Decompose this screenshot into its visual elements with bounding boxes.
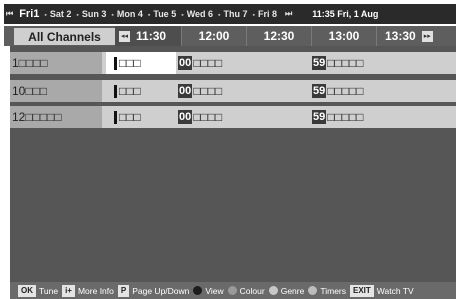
channel-name[interactable]: 1□□□□ (10, 52, 102, 74)
programme-cell-selected[interactable]: □□□ (106, 52, 176, 74)
start-minute-badge: 59 (312, 84, 327, 98)
time-slot-label: 13:00 (328, 29, 360, 43)
time-slot: 12:30 (247, 26, 311, 46)
start-minute-badge: 00 (178, 84, 193, 98)
start-minute-badge: 00 (178, 56, 193, 70)
day-item[interactable]: ▪ Thu 7 (218, 9, 247, 19)
programme-title: □□□□ (193, 84, 223, 98)
programme-title: □□□□□ (327, 56, 364, 70)
programme-title: □□□ (119, 110, 141, 124)
epg-screen: ⏮ Fri1 ▪ Sat 2 ▪ Sun 3 ▪ Mon 4 ▪ Tue 5 ▪ Wed … (0, 0, 460, 299)
day-label: Sun 3 (81, 9, 107, 19)
time-slot-label: 12:00 (198, 29, 230, 43)
day-item[interactable]: ▪ Wed 6 (181, 9, 213, 19)
ok-key[interactable]: OK (18, 284, 36, 297)
date-bar: ⏮ Fri1 ▪ Sat 2 ▪ Sun 3 ▪ Mon 4 ▪ Tue 5 ▪ Wed … (4, 4, 456, 24)
view-dot-icon[interactable] (193, 286, 203, 295)
programme-title: □□□□ (193, 110, 223, 124)
programme-cell[interactable]: 59 □□□□□ (312, 52, 456, 74)
programme-grid: 1□□□□ □□□ 00 □□□□ 59 □□□□□ 10□□□ □□□ 00 (10, 46, 456, 282)
time-slot-label: 13:30 (385, 29, 416, 43)
programme-title: □□□□ (193, 56, 223, 70)
day-label: Sat 2 (49, 9, 72, 19)
colour-label: Colour (239, 285, 265, 296)
programme-cell[interactable]: 00 □□□□ (178, 52, 312, 74)
time-slot: 12:00 (182, 26, 246, 46)
day-item[interactable]: ▪ Tue 5 (148, 9, 176, 19)
day-item[interactable]: ▪ Fri 8 (253, 9, 278, 19)
day-label: Wed 6 (186, 9, 214, 19)
day-item[interactable]: ▪ Mon 4 (111, 9, 142, 19)
cursor-marker (114, 110, 117, 124)
exit-key[interactable]: EXIT (350, 284, 374, 297)
forward-day-icon[interactable]: ⏭ (283, 9, 294, 19)
start-minute-badge: 59 (312, 56, 327, 70)
cursor-marker (114, 56, 117, 70)
view-label: View (205, 285, 224, 296)
genre-dot-icon[interactable] (268, 286, 278, 295)
programme-title: □□□□□ (327, 110, 364, 124)
channel-name[interactable]: 12□□□□□ (10, 106, 102, 128)
time-slot-label: 12:30 (263, 29, 295, 43)
genre-label: Genre (280, 285, 305, 296)
start-minute-badge: 00 (178, 110, 193, 124)
programme-cell[interactable]: 00 □□□□ (178, 80, 312, 102)
timers-label: Timers (320, 285, 346, 296)
day-label: Mon 4 (116, 9, 143, 19)
forward-time-icon[interactable]: ▸▸ (421, 30, 433, 42)
channel-filter[interactable]: All Channels (14, 28, 115, 45)
timers-dot-icon[interactable] (308, 286, 318, 295)
clock: 11:35 Fri, 1 Aug (312, 9, 379, 19)
day-label: Thu 7 (223, 9, 248, 19)
programme-cell[interactable]: 59 □□□□□ (312, 80, 456, 102)
time-slot: 13:00 (312, 26, 376, 46)
time-slot: 13:30 ▸▸ (377, 26, 456, 46)
programme-cell[interactable]: □□□ (106, 80, 176, 102)
time-slot-label: 11:30 (136, 29, 167, 43)
programme-cell[interactable]: 00 □□□□ (178, 106, 312, 128)
channel-name[interactable]: 10□□□ (10, 80, 102, 102)
programme-title: □□□ (119, 56, 141, 70)
day-label: Tue 5 (153, 9, 177, 19)
cursor-marker (114, 84, 117, 98)
programme-title: □□□ (119, 84, 141, 98)
channel-row: 12□□□□□ □□□ 00 □□□□ 59 □□□□□ (10, 106, 456, 128)
ok-label: Tune (39, 285, 59, 296)
page-key[interactable]: P (117, 284, 130, 297)
rewind-time-icon[interactable]: ◂◂ (119, 30, 131, 42)
start-minute-badge: 59 (312, 110, 327, 124)
rewind-day-icon[interactable]: ⏮ (4, 9, 15, 19)
help-bar: OK Tune i+ More Info P Page Up/Down View… (10, 282, 456, 299)
programme-cell[interactable]: □□□ (106, 106, 176, 128)
exit-label: Watch TV (376, 285, 414, 296)
colour-dot-icon[interactable] (227, 286, 237, 295)
day-item[interactable]: ▪ Sat 2 (44, 9, 71, 19)
programme-title: □□□□□ (327, 84, 364, 98)
info-label: More Info (77, 285, 114, 296)
day-label: Fri 8 (258, 9, 278, 19)
channel-row: 1□□□□ □□□ 00 □□□□ 59 □□□□□ (10, 52, 456, 74)
info-key[interactable]: i+ (62, 284, 75, 297)
channel-row: 10□□□ □□□ 00 □□□□ 59 □□□□□ (10, 80, 456, 102)
time-slot: ◂◂ 11:30 (115, 26, 181, 46)
page-label: Page Up/Down (132, 285, 190, 296)
day-current[interactable]: Fri1 (19, 8, 39, 20)
programme-cell[interactable]: 59 □□□□□ (312, 106, 456, 128)
time-bar: All Channels ◂◂ 11:30 12:00 12:30 13:00 … (4, 26, 456, 46)
day-item[interactable]: ▪ Sun 3 (76, 9, 106, 19)
